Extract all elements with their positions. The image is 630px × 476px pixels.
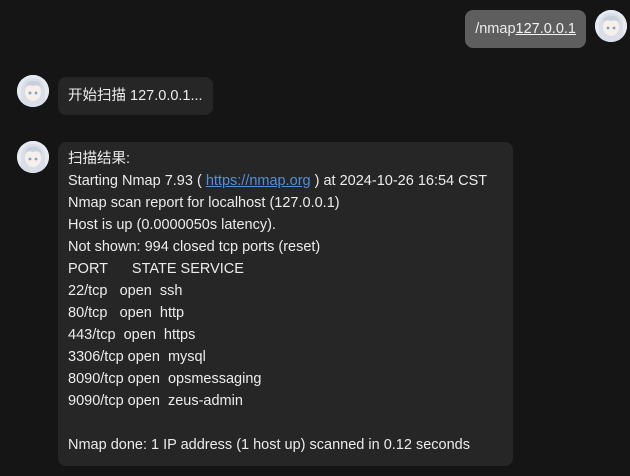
host-up-line: Host is up (0.0000050s latency). xyxy=(68,217,276,233)
user-message-bubble: /nmap 127.0.0.1 xyxy=(465,10,586,48)
results-heading: 扫描结果: xyxy=(68,151,131,167)
port-row: 3306/tcp open mysql xyxy=(68,349,206,365)
scan-start-text: 开始扫描 127.0.0.1... xyxy=(68,88,203,104)
nmap-website-link[interactable]: https://nmap.org xyxy=(206,173,311,189)
bot-avatar xyxy=(17,75,49,107)
not-shown-line: Not shown: 994 closed tcp ports (reset) xyxy=(68,239,321,255)
anime-avatar-icon xyxy=(17,75,49,107)
port-row: 80/tcp open http xyxy=(68,305,185,321)
scan-report-line: Nmap scan report for localhost (127.0.0.… xyxy=(68,195,340,211)
user-command-text: /nmap xyxy=(475,21,516,37)
bot-message-bubble-results: 扫描结果: Starting Nmap 7.93 ( https://nmap.… xyxy=(58,142,513,466)
bot-message-bubble-start: 开始扫描 127.0.0.1... xyxy=(58,77,213,115)
port-row: 22/tcp open ssh xyxy=(68,283,183,299)
user-avatar xyxy=(595,10,627,42)
bot-avatar xyxy=(17,141,49,173)
port-row: 9090/tcp open zeus-admin xyxy=(68,393,243,409)
anime-avatar-icon xyxy=(17,141,49,173)
port-row: 443/tcp open https xyxy=(68,327,196,343)
scan-done-line: Nmap done: 1 IP address (1 host up) scan… xyxy=(68,437,470,453)
ports-header: PORT STATE SERVICE xyxy=(68,261,244,277)
target-ip-link[interactable]: 127.0.0.1 xyxy=(516,18,576,40)
port-row: 8090/tcp open opsmessaging xyxy=(68,371,262,387)
anime-avatar-icon xyxy=(595,10,627,42)
starting-line: Starting Nmap 7.93 ( https://nmap.org ) … xyxy=(68,173,488,189)
